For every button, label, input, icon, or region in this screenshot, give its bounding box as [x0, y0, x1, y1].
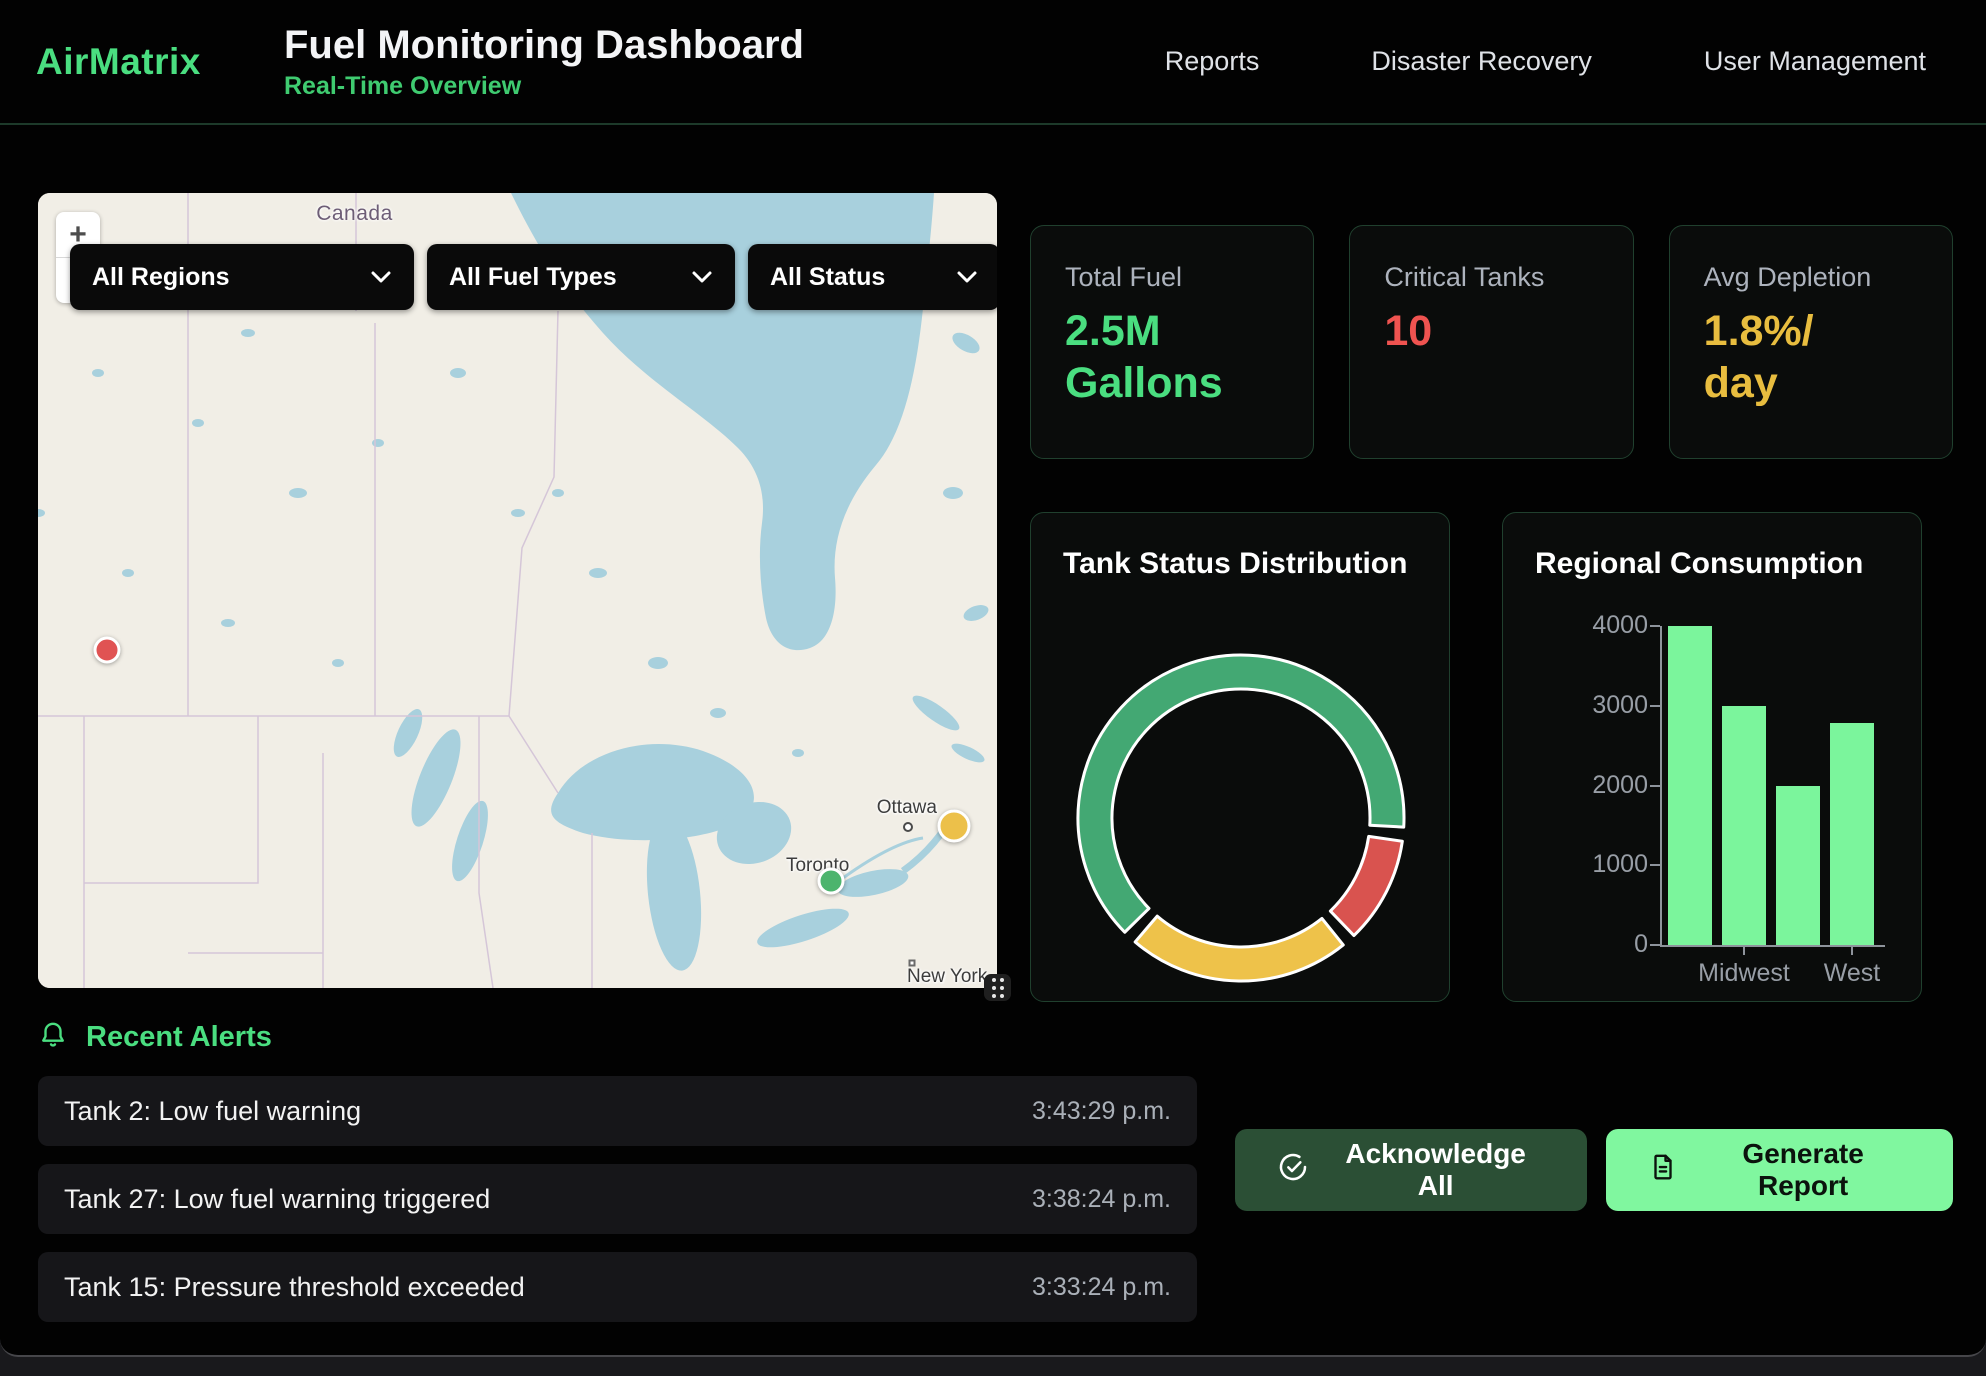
check-circle-icon [1277, 1151, 1309, 1190]
alert-row[interactable]: Tank 2: Low fuel warning 3:43:29 p.m. [38, 1076, 1197, 1146]
alert-row[interactable]: Tank 27: Low fuel warning triggered 3:38:… [38, 1164, 1197, 1234]
main-content: + − All Regions All Fuel Types [0, 125, 1986, 1002]
nav-disaster-recovery[interactable]: Disaster Recovery [1371, 46, 1592, 77]
donut-segment-warning [1135, 916, 1343, 981]
alert-message: Tank 2: Low fuel warning [64, 1096, 361, 1127]
y-tick-label: 0 [1556, 930, 1648, 959]
y-tick-label: 4000 [1556, 611, 1648, 640]
stat-value: 1.8%/ day [1704, 305, 1918, 410]
acknowledge-all-button[interactable]: Acknowledge All [1235, 1129, 1587, 1211]
y-tick-mark [1650, 625, 1660, 627]
app-header: AirMatrix Fuel Monitoring Dashboard Real… [0, 0, 1986, 125]
map-city-label: New York [907, 966, 987, 988]
stat-value: 10 [1384, 305, 1598, 357]
tank-status-donut-chart [1031, 603, 1450, 1002]
stat-label: Total Fuel [1065, 262, 1279, 293]
fuel-type-filter-dropdown[interactable]: All Fuel Types [427, 244, 735, 310]
fuel-type-filter-value: All Fuel Types [449, 263, 617, 292]
y-tick-mark [1650, 864, 1660, 866]
y-tick-mark [1650, 944, 1660, 946]
map-container: + − All Regions All Fuel Types [38, 193, 997, 988]
map-resize-handle[interactable] [984, 974, 1011, 1001]
stat-card-avg-depletion: Avg Depletion 1.8%/ day [1669, 225, 1953, 459]
map-town-marker [903, 822, 913, 832]
alert-timestamp: 3:33:24 p.m. [1032, 1273, 1171, 1302]
alert-message: Tank 15: Pressure threshold exceeded [64, 1272, 525, 1303]
bar-series-2 [1776, 786, 1820, 946]
chart-title: Tank Status Distribution [1031, 513, 1449, 581]
page-title: Fuel Monitoring Dashboard [284, 22, 804, 68]
header-titles: Fuel Monitoring Dashboard Real-Time Over… [284, 22, 804, 101]
bell-icon [38, 1020, 68, 1055]
tank-marker-critical[interactable] [94, 637, 121, 664]
tank-marker-warning[interactable] [937, 809, 970, 842]
recent-alerts-section: Recent Alerts Tank 2: Low fuel warning 3:… [0, 1002, 1986, 1340]
status-filter-dropdown[interactable]: All Status [748, 244, 997, 310]
regional-consumption-chart-card: Regional Consumption 01000200030004000Mi… [1502, 512, 1922, 1002]
y-tick-label: 3000 [1556, 691, 1648, 720]
x-tick-mark [1851, 945, 1853, 955]
dashboard-root: AirMatrix Fuel Monitoring Dashboard Real… [0, 0, 1986, 1357]
alerts-header: Recent Alerts [38, 1020, 1953, 1055]
nav-reports[interactable]: Reports [1165, 46, 1260, 77]
map-country-label: Canada [316, 202, 393, 226]
generate-report-button[interactable]: Generate Report [1606, 1129, 1953, 1211]
alert-list: Tank 2: Low fuel warning3:43:29 p.m.Tank… [38, 1076, 1197, 1340]
chevron-down-icon [370, 270, 392, 284]
map-base-layer [38, 193, 997, 988]
chevron-down-icon [691, 270, 713, 284]
stat-label: Avg Depletion [1704, 262, 1918, 293]
right-column: Total Fuel 2.5M Gallons Critical Tanks 1… [1030, 193, 1953, 1002]
page-subtitle: Real-Time Overview [284, 72, 804, 101]
x-tick-mark [1743, 945, 1745, 955]
nav-user-management[interactable]: User Management [1704, 46, 1926, 77]
bar-Midwest [1722, 706, 1766, 945]
alerts-title: Recent Alerts [86, 1021, 272, 1054]
chevron-down-icon [956, 270, 978, 284]
y-tick-label: 2000 [1556, 771, 1648, 800]
y-tick-mark [1650, 785, 1660, 787]
stat-label: Critical Tanks [1384, 262, 1598, 293]
alerts-body: Tank 2: Low fuel warning3:43:29 p.m.Tank… [38, 1076, 1953, 1340]
stat-value: 2.5M Gallons [1065, 305, 1279, 410]
bar-West [1830, 723, 1874, 945]
y-tick-mark [1650, 705, 1660, 707]
main-nav: Reports Disaster Recovery User Managemen… [1165, 46, 1950, 77]
y-tick-label: 1000 [1556, 850, 1648, 879]
donut-segment-critical [1330, 836, 1402, 935]
alert-row[interactable]: Tank 15: Pressure threshold exceeded 3:33… [38, 1252, 1197, 1322]
region-filter-dropdown[interactable]: All Regions [70, 244, 414, 310]
region-filter-value: All Regions [92, 263, 230, 292]
y-axis-line [1660, 626, 1662, 945]
regional-consumption-bar-chart: 01000200030004000MidwestWest [1503, 513, 1921, 1001]
alert-timestamp: 3:38:24 p.m. [1032, 1185, 1171, 1214]
document-icon [1648, 1152, 1678, 1189]
alert-timestamp: 3:43:29 p.m. [1032, 1097, 1171, 1126]
tank-marker-normal[interactable] [818, 867, 845, 894]
stat-card-total-fuel: Total Fuel 2.5M Gallons [1030, 225, 1314, 459]
charts-row: Tank Status Distribution Regional Consum… [1030, 512, 1953, 1002]
map-city-label: Ottawa [877, 797, 937, 819]
map-filter-bar: All Regions All Fuel Types All Status [70, 244, 997, 310]
stats-row: Total Fuel 2.5M Gallons Critical Tanks 1… [1030, 225, 1953, 459]
brand-logo: AirMatrix [36, 41, 284, 83]
stat-card-critical-tanks: Critical Tanks 10 [1349, 225, 1633, 459]
map-town-marker [908, 960, 915, 967]
bar-series-0 [1668, 626, 1712, 945]
map-canvas[interactable]: + − All Regions All Fuel Types [38, 193, 997, 988]
alert-message: Tank 27: Low fuel warning triggered [64, 1184, 490, 1215]
status-filter-value: All Status [770, 263, 885, 292]
tank-status-chart-card: Tank Status Distribution [1030, 512, 1450, 1002]
x-tick-label: West [1782, 959, 1922, 988]
alert-actions: Acknowledge All Generate Report [1235, 1129, 1953, 1211]
